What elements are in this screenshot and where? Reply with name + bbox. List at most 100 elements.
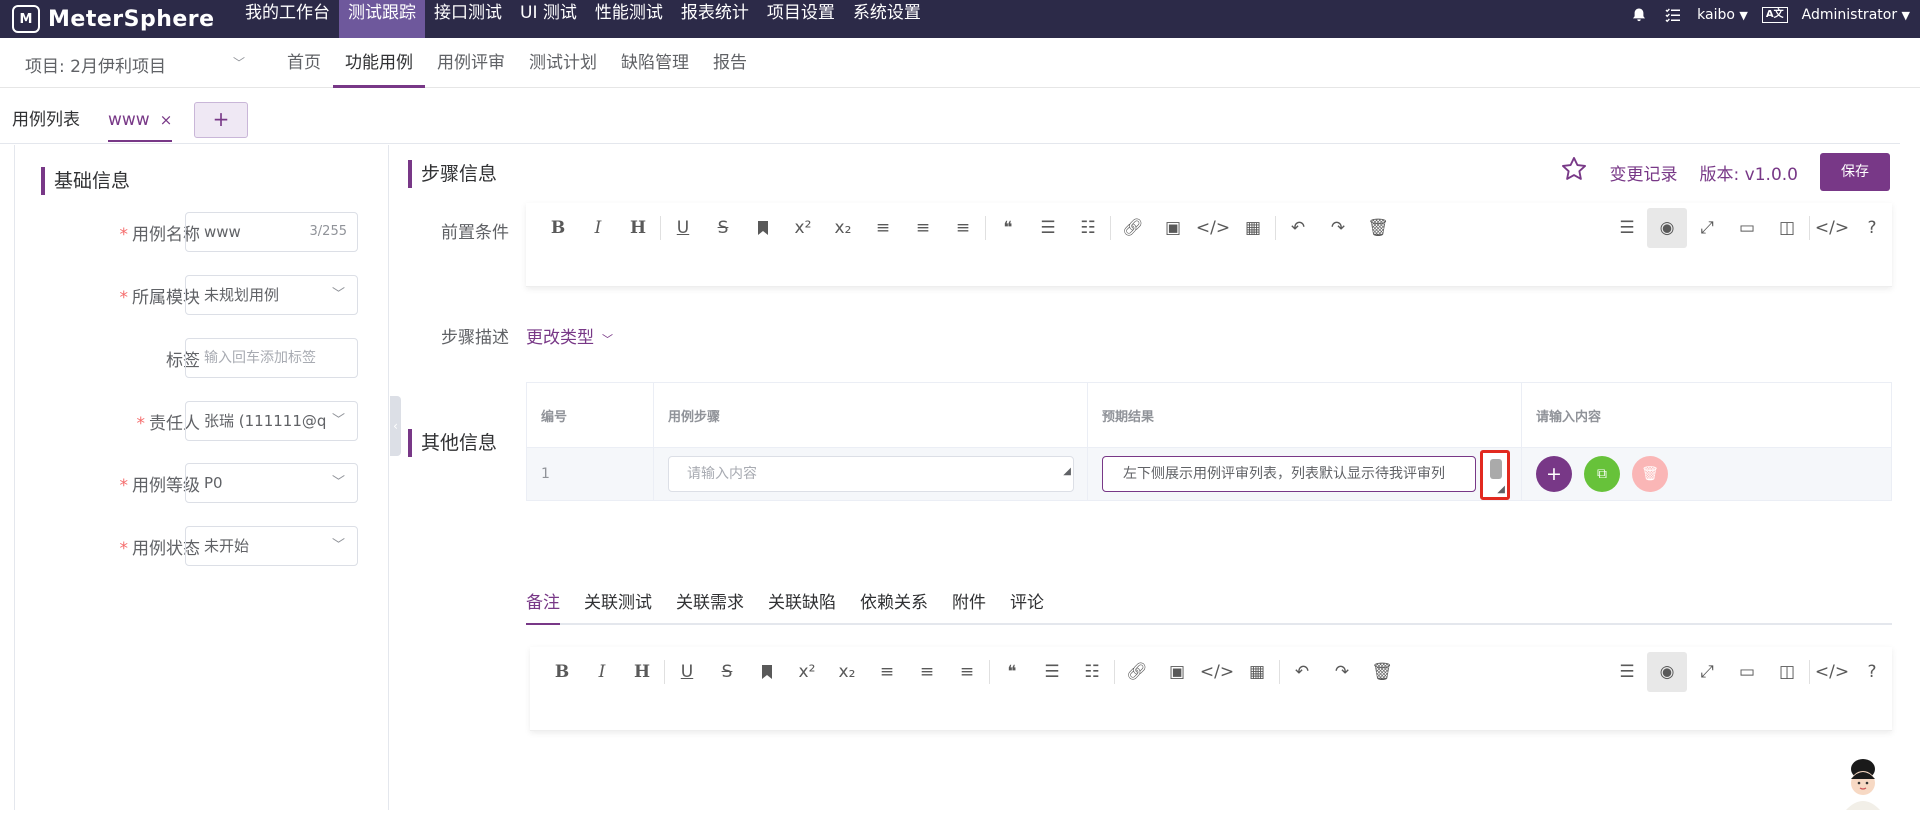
assistant-avatar[interactable]	[1834, 755, 1892, 810]
unordered-list-icon[interactable]: ☷	[1068, 208, 1108, 248]
history-link[interactable]: 变更记录	[1610, 160, 1678, 185]
bell-icon[interactable]	[1629, 5, 1649, 25]
underline-icon[interactable]: U	[667, 652, 707, 692]
trash-icon[interactable]: 🗑︎	[1362, 652, 1402, 692]
align-right-icon[interactable]: ≡	[943, 208, 983, 248]
tab-remark[interactable]: 备注	[526, 587, 560, 625]
precondition-editor[interactable]: B I H U S x² x₂ ≡ ≡ ≡ ❝ ☰ ☷ 🔗︎ ▣ </> ▦ ↶	[526, 203, 1892, 287]
subscript-icon[interactable]: x₂	[827, 652, 867, 692]
tags-input[interactable]: 输入回车添加标签	[185, 338, 358, 378]
unordered-list-icon[interactable]: ☷	[1072, 652, 1112, 692]
topnav-ui-test[interactable]: UI 测试	[511, 0, 586, 38]
split-view-icon[interactable]: ◫	[1767, 208, 1807, 248]
level-select[interactable]: P0 ﹀	[185, 463, 358, 503]
subnav-home[interactable]: 首页	[275, 38, 333, 88]
tab-related-test[interactable]: 关联测试	[584, 587, 652, 623]
heading-icon[interactable]: H	[618, 208, 658, 248]
menu-icon[interactable]: ☰	[1607, 652, 1647, 692]
remark-editor[interactable]: B I H U S x² x₂ ≡ ≡ ≡ ❝ ☰ ☷ 🔗︎ ▣ </> ▦ ↶	[530, 647, 1892, 731]
fullscreen-icon[interactable]: ⤢	[1687, 652, 1727, 692]
subnav-defect-mgmt[interactable]: 缺陷管理	[609, 38, 701, 88]
quote-icon[interactable]: ❝	[992, 652, 1032, 692]
user-menu[interactable]: Administrator ▼	[1802, 7, 1910, 23]
undo-icon[interactable]: ↶	[1278, 208, 1318, 248]
task-list-icon[interactable]	[1663, 5, 1683, 25]
align-center-icon[interactable]: ≡	[907, 652, 947, 692]
owner-select[interactable]: 张瑞 (111111@q ﹀	[185, 401, 358, 441]
star-icon[interactable]	[1560, 155, 1588, 189]
trash-icon[interactable]: 🗑︎	[1358, 208, 1398, 248]
copy-step-button[interactable]: ⧉	[1584, 456, 1620, 492]
topnav-performance-test[interactable]: 性能测试	[586, 0, 672, 38]
language-icon[interactable]: A文	[1761, 7, 1788, 23]
close-icon[interactable]: ×	[160, 111, 173, 129]
link-icon[interactable]: 🔗︎	[1117, 652, 1157, 692]
highlighted-scrollbar[interactable]: ◢	[1480, 450, 1510, 500]
add-step-button[interactable]: +	[1536, 456, 1572, 492]
workspace-selector[interactable]: kaibo ▼	[1697, 7, 1748, 23]
strikethrough-icon[interactable]: S	[707, 652, 747, 692]
window-icon[interactable]: ▭	[1727, 208, 1767, 248]
image-icon[interactable]: ▣	[1153, 208, 1193, 248]
superscript-icon[interactable]: x²	[787, 652, 827, 692]
tab-related-defect[interactable]: 关联缺陷	[768, 587, 836, 623]
table-icon[interactable]: ▦	[1237, 652, 1277, 692]
code-icon[interactable]: </>	[1197, 652, 1237, 692]
strikethrough-icon[interactable]: S	[703, 208, 743, 248]
bold-icon[interactable]: B	[542, 652, 582, 692]
align-left-icon[interactable]: ≡	[867, 652, 907, 692]
underline-icon[interactable]: U	[663, 208, 703, 248]
tab-attachment[interactable]: 附件	[952, 587, 986, 623]
module-select[interactable]: 未规划用例 ﹀	[185, 275, 358, 315]
topnav-report-stats[interactable]: 报表统计	[672, 0, 758, 38]
tab-related-requirement[interactable]: 关联需求	[676, 587, 744, 623]
window-icon[interactable]: ▭	[1727, 652, 1767, 692]
source-code-icon[interactable]: </>	[1812, 652, 1852, 692]
logo[interactable]: M MeterSphere	[12, 2, 215, 36]
project-selector[interactable]: 项目: 2月伊利项目 ﹀	[25, 52, 245, 77]
link-icon[interactable]: 🔗︎	[1113, 208, 1153, 248]
tab-current-case[interactable]: www ×	[108, 100, 173, 142]
topnav-api-test[interactable]: 接口测试	[425, 0, 511, 38]
topnav-system-settings[interactable]: 系统设置	[844, 0, 930, 38]
topnav-project-settings[interactable]: 项目设置	[758, 0, 844, 38]
help-icon[interactable]: ?	[1852, 208, 1892, 248]
resize-handle-icon[interactable]: ◢	[1063, 455, 1071, 489]
preview-toggle-icon[interactable]: ◉	[1647, 652, 1687, 692]
bookmark-icon[interactable]	[747, 652, 787, 692]
align-center-icon[interactable]: ≡	[903, 208, 943, 248]
quote-icon[interactable]: ❝	[988, 208, 1028, 248]
delete-step-button[interactable]: 🗑︎	[1632, 456, 1668, 492]
redo-icon[interactable]: ↷	[1318, 208, 1358, 248]
italic-icon[interactable]: I	[578, 208, 618, 248]
bold-icon[interactable]: B	[538, 208, 578, 248]
table-icon[interactable]: ▦	[1233, 208, 1273, 248]
tab-dependency[interactable]: 依赖关系	[860, 587, 928, 623]
bookmark-icon[interactable]	[743, 208, 783, 248]
subnav-test-plan[interactable]: 测试计划	[517, 38, 609, 88]
split-view-icon[interactable]: ◫	[1767, 652, 1807, 692]
step-textarea[interactable]: 请输入内容 ◢	[668, 456, 1074, 492]
tab-case-list[interactable]: 用例列表	[12, 100, 80, 140]
status-select[interactable]: 未开始 ﹀	[185, 526, 358, 566]
italic-icon[interactable]: I	[582, 652, 622, 692]
change-type-dropdown[interactable]: 更改类型 ﹀	[526, 323, 613, 348]
topnav-workbench[interactable]: 我的工作台	[236, 0, 339, 38]
case-name-input[interactable]: www 3/255	[185, 212, 358, 252]
redo-icon[interactable]: ↷	[1322, 652, 1362, 692]
subscript-icon[interactable]: x₂	[823, 208, 863, 248]
ordered-list-icon[interactable]: ☰	[1032, 652, 1072, 692]
align-right-icon[interactable]: ≡	[947, 652, 987, 692]
subnav-report[interactable]: 报告	[701, 38, 759, 88]
help-icon[interactable]: ?	[1852, 652, 1892, 692]
version-selector[interactable]: 版本: v1.0.0	[1700, 160, 1798, 185]
subnav-case-review[interactable]: 用例评审	[425, 38, 517, 88]
scrollbar-thumb[interactable]	[1490, 459, 1502, 479]
subnav-functional-case[interactable]: 功能用例	[333, 38, 425, 88]
save-button[interactable]: 保存	[1820, 153, 1890, 191]
heading-icon[interactable]: H	[622, 652, 662, 692]
preview-toggle-icon[interactable]: ◉	[1647, 208, 1687, 248]
add-tab-button[interactable]: +	[194, 102, 248, 138]
code-icon[interactable]: </>	[1193, 208, 1233, 248]
topnav-test-track[interactable]: 测试跟踪	[339, 0, 425, 38]
